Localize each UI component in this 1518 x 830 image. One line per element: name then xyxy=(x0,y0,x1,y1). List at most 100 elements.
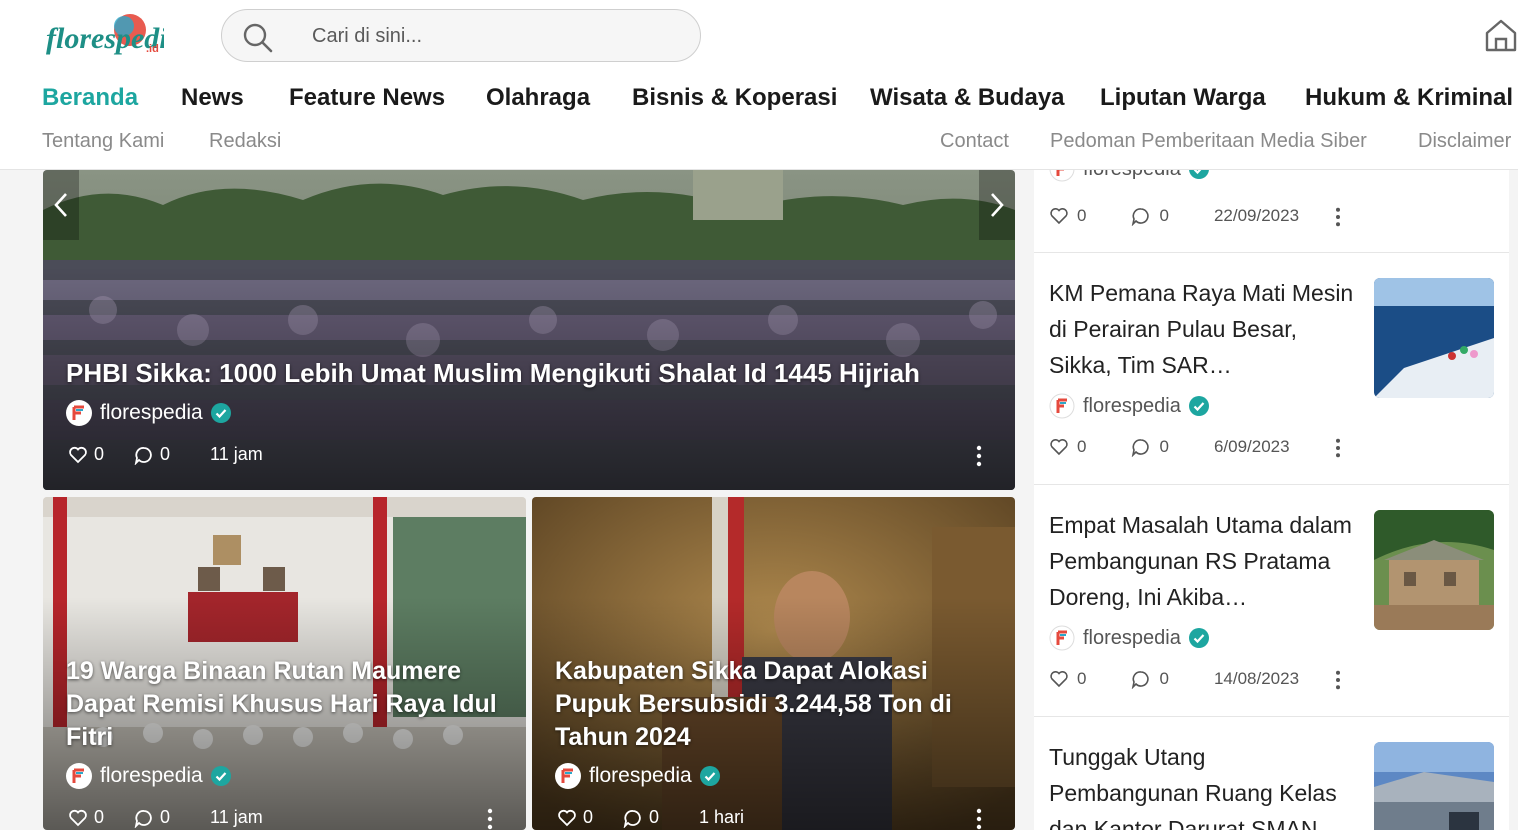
list-item[interactable]: florespedia 0 0 22/09/2023 xyxy=(1034,156,1509,253)
heart-icon[interactable] xyxy=(1049,206,1069,226)
more-vertical-icon[interactable] xyxy=(1335,438,1341,458)
like-count: 0 xyxy=(1077,669,1087,688)
more-vertical-icon[interactable] xyxy=(976,445,982,467)
comment-icon[interactable] xyxy=(1131,206,1151,226)
article-thumbnail[interactable] xyxy=(1374,742,1494,830)
nav-feature-news[interactable]: Feature News xyxy=(289,84,445,112)
nav-pedoman[interactable]: Pedoman Pemberitaan Media Siber xyxy=(1050,130,1367,153)
hero-shade xyxy=(43,170,1015,490)
article-meta: 0 0 1 hari xyxy=(557,807,744,828)
florespedia-avatar-icon xyxy=(66,400,92,426)
like-count: 0 xyxy=(94,807,105,827)
article-author[interactable]: florespedia xyxy=(1049,625,1209,651)
like-count: 0 xyxy=(94,444,105,464)
comment-icon[interactable] xyxy=(1131,669,1151,689)
like-count: 0 xyxy=(583,807,594,827)
like-count: 0 xyxy=(1077,206,1087,225)
article-title[interactable]: KM Pemana Raya Mati Mesin di Perairan Pu… xyxy=(1049,275,1354,383)
article-meta: 0 0 6/09/2023 xyxy=(1049,437,1349,457)
nav-news[interactable]: News xyxy=(181,84,244,112)
comment-icon[interactable] xyxy=(134,445,154,465)
post-date: 22/09/2023 xyxy=(1213,206,1300,225)
article-author[interactable]: florespedia xyxy=(555,763,720,789)
nav-redaksi[interactable]: Redaksi xyxy=(209,130,281,153)
article-title[interactable]: Empat Masalah Utama dalam Pembangunan RS… xyxy=(1049,507,1354,615)
heart-icon[interactable] xyxy=(68,808,88,828)
hero-meta: 0 0 11 jam xyxy=(68,444,263,465)
hero-title[interactable]: PHBI Sikka: 1000 Lebih Umat Muslim Mengi… xyxy=(66,358,986,389)
florespedia-avatar-icon xyxy=(1049,393,1075,419)
article-card[interactable]: Kabupaten Sikka Dapat Alokasi Pupuk Bers… xyxy=(532,497,1015,830)
author-name: florespedia xyxy=(589,764,692,787)
nav-disclaimer[interactable]: Disclaimer xyxy=(1418,130,1511,153)
post-time: 11 jam xyxy=(210,444,263,464)
author-name: florespedia xyxy=(1083,394,1181,417)
comment-count: 0 xyxy=(1159,437,1169,456)
comment-count: 0 xyxy=(1159,206,1169,225)
hero-author[interactable]: florespedia xyxy=(66,400,231,426)
heart-icon[interactable] xyxy=(1049,669,1069,689)
hero-article[interactable]: PHBI Sikka: 1000 Lebih Umat Muslim Mengi… xyxy=(43,170,1015,490)
article-meta: 0 0 22/09/2023 xyxy=(1049,206,1349,226)
post-time: 1 hari xyxy=(699,807,745,827)
heart-icon[interactable] xyxy=(68,445,88,465)
slider-next-button[interactable] xyxy=(979,170,1015,240)
nav-contact[interactable]: Contact xyxy=(940,130,1009,153)
heart-icon[interactable] xyxy=(557,808,577,828)
verified-icon xyxy=(699,766,720,786)
nav-hukum-kriminal[interactable]: Hukum & Kriminal xyxy=(1305,84,1513,112)
chevron-right-icon xyxy=(991,193,1004,217)
search-box[interactable] xyxy=(221,9,701,62)
list-item[interactable]: Empat Masalah Utama dalam Pembangunan RS… xyxy=(1034,485,1509,717)
heart-icon[interactable] xyxy=(1049,437,1069,457)
florespedia-logo[interactable]: florespedia .id xyxy=(44,8,164,66)
article-author[interactable]: florespedia xyxy=(1049,393,1209,419)
like-count: 0 xyxy=(1077,437,1087,456)
nav-olahraga[interactable]: Olahraga xyxy=(486,84,590,112)
more-vertical-icon[interactable] xyxy=(487,808,493,830)
comment-icon[interactable] xyxy=(134,808,154,828)
comment-icon[interactable] xyxy=(1131,437,1151,457)
main-content: PHBI Sikka: 1000 Lebih Umat Muslim Mengi… xyxy=(43,170,1015,830)
article-thumbnail[interactable] xyxy=(1374,278,1494,398)
post-time: 11 jam xyxy=(210,807,263,827)
svg-text:.id: .id xyxy=(146,43,159,55)
author-name: florespedia xyxy=(1083,626,1181,649)
article-author[interactable]: florespedia xyxy=(66,763,231,789)
sidebar-article-list: florespedia 0 0 22/09/2023 KM Pemana Ray… xyxy=(1034,156,1509,830)
search-icon[interactable] xyxy=(242,22,274,54)
comment-icon[interactable] xyxy=(623,808,643,828)
article-title[interactable]: 19 Warga Binaan Rutan Maumere Dapat Remi… xyxy=(66,655,511,754)
comment-count: 0 xyxy=(160,807,171,827)
more-vertical-icon[interactable] xyxy=(1335,207,1341,227)
article-title[interactable]: Kabupaten Sikka Dapat Alokasi Pupuk Bers… xyxy=(555,655,1000,754)
nav-liputan-warga[interactable]: Liputan Warga xyxy=(1100,84,1266,112)
verified-icon xyxy=(210,403,231,423)
nav-tentang-kami[interactable]: Tentang Kami xyxy=(42,130,164,153)
site-header: florespedia .id Beranda News Feature New… xyxy=(0,0,1518,170)
verified-icon xyxy=(1188,628,1209,648)
florespedia-avatar-icon xyxy=(66,763,92,789)
secondary-nav: Tentang Kami Redaksi Contact Pedoman Pem… xyxy=(0,130,1518,158)
article-title[interactable]: Tunggak Utang Pembangunan Ruang Kelas da… xyxy=(1049,739,1354,830)
search-input[interactable] xyxy=(312,18,682,54)
nav-bisnis-koperasi[interactable]: Bisnis & Koperasi xyxy=(632,84,837,112)
nav-wisata-budaya[interactable]: Wisata & Budaya xyxy=(870,84,1065,112)
chevron-left-icon xyxy=(54,193,67,217)
article-meta: 0 0 11 jam xyxy=(68,807,263,828)
list-item[interactable]: Tunggak Utang Pembangunan Ruang Kelas da… xyxy=(1034,717,1509,830)
article-card[interactable]: 19 Warga Binaan Rutan Maumere Dapat Remi… xyxy=(43,497,526,830)
florespedia-avatar-icon xyxy=(555,763,581,789)
home-icon[interactable] xyxy=(1484,18,1518,52)
post-date: 14/08/2023 xyxy=(1213,669,1300,688)
primary-nav: Beranda News Feature News Olahraga Bisni… xyxy=(0,84,1518,118)
nav-beranda[interactable]: Beranda xyxy=(42,84,138,112)
article-thumbnail[interactable] xyxy=(1374,510,1494,630)
slider-prev-button[interactable] xyxy=(43,170,79,240)
comment-count: 0 xyxy=(649,807,660,827)
more-vertical-icon[interactable] xyxy=(976,808,982,830)
verified-icon xyxy=(1188,396,1209,416)
post-date: 6/09/2023 xyxy=(1213,437,1290,456)
more-vertical-icon[interactable] xyxy=(1335,670,1341,690)
list-item[interactable]: KM Pemana Raya Mati Mesin di Perairan Pu… xyxy=(1034,253,1509,485)
